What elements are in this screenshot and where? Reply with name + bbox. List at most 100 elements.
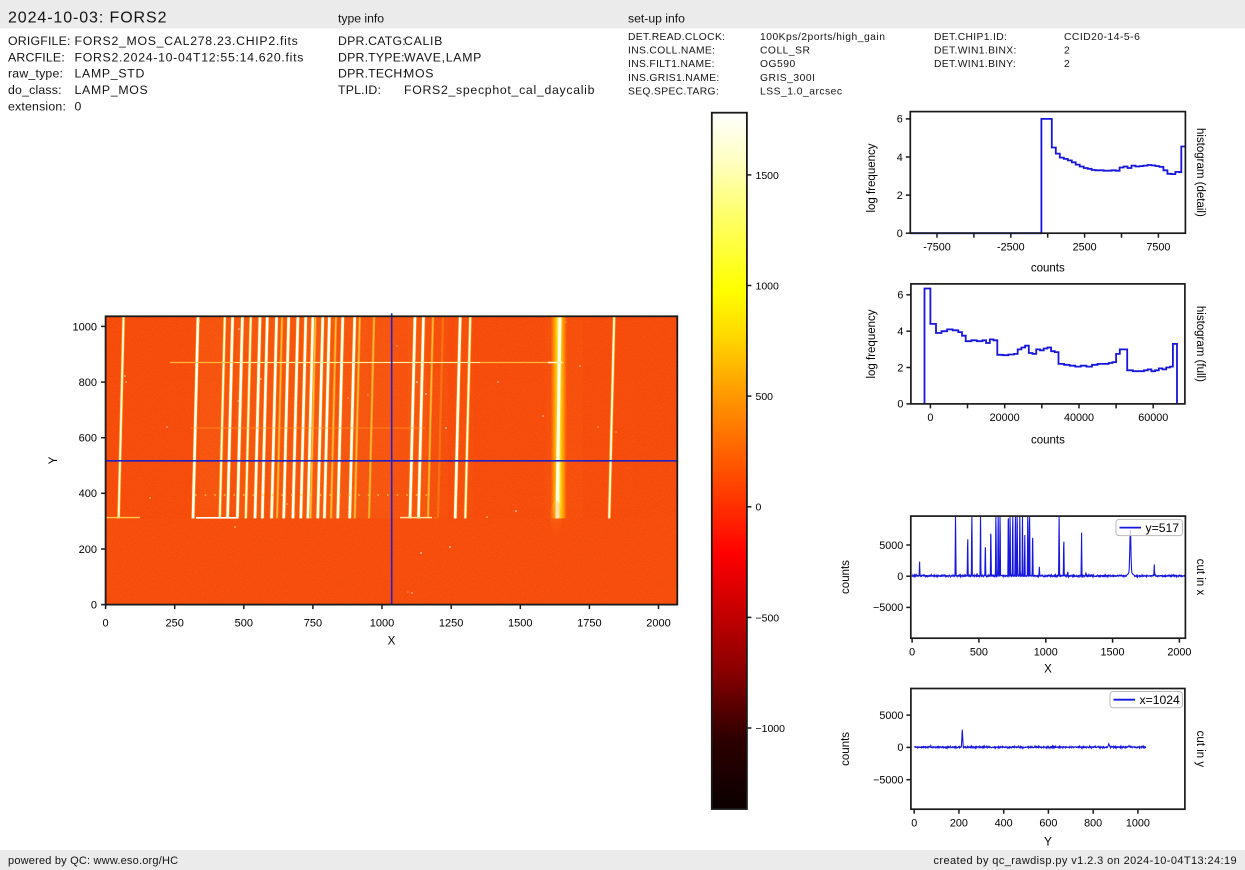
svg-text:GRIS_300I: GRIS_300I bbox=[760, 73, 815, 84]
svg-text:800: 800 bbox=[79, 377, 97, 389]
svg-text:1000: 1000 bbox=[756, 280, 780, 292]
svg-text:counts: counts bbox=[1031, 435, 1065, 447]
svg-text:2: 2 bbox=[897, 362, 903, 374]
svg-text:400: 400 bbox=[79, 488, 97, 500]
svg-text:-7500: -7500 bbox=[923, 242, 951, 254]
svg-text:DET.READ.CLOCK:: DET.READ.CLOCK: bbox=[628, 32, 725, 43]
svg-text:extension:: extension: bbox=[8, 100, 66, 114]
svg-text:200: 200 bbox=[79, 544, 97, 556]
svg-text:−5000: −5000 bbox=[873, 602, 903, 614]
svg-text:X: X bbox=[1044, 664, 1052, 676]
svg-text:counts: counts bbox=[840, 732, 852, 766]
svg-text:TPL.ID:: TPL.ID: bbox=[338, 83, 381, 97]
svg-text:CALIB: CALIB bbox=[404, 34, 443, 48]
svg-text:1000: 1000 bbox=[73, 321, 97, 333]
svg-text:FORS2_MOS_CAL278.23.CHIP2.fits: FORS2_MOS_CAL278.23.CHIP2.fits bbox=[75, 34, 299, 48]
svg-text:histogram (full): histogram (full) bbox=[1194, 306, 1206, 382]
svg-text:0: 0 bbox=[756, 502, 762, 514]
svg-text:1000: 1000 bbox=[1126, 818, 1150, 830]
svg-text:0: 0 bbox=[897, 399, 903, 411]
svg-text:set-up info: set-up info bbox=[628, 12, 685, 26]
svg-text:0: 0 bbox=[75, 100, 83, 114]
svg-text:0: 0 bbox=[103, 618, 109, 630]
svg-text:cut in x: cut in x bbox=[1194, 559, 1206, 596]
svg-text:0: 0 bbox=[897, 571, 903, 583]
svg-text:X: X bbox=[388, 636, 396, 648]
svg-text:750: 750 bbox=[304, 618, 322, 630]
svg-text:DPR.CATG:: DPR.CATG: bbox=[338, 34, 406, 48]
svg-text:20000: 20000 bbox=[990, 412, 1020, 424]
svg-text:200: 200 bbox=[950, 818, 968, 830]
svg-text:0: 0 bbox=[897, 742, 903, 754]
svg-text:ARCFILE:: ARCFILE: bbox=[8, 50, 65, 64]
svg-text:1250: 1250 bbox=[439, 618, 463, 630]
svg-text:2: 2 bbox=[897, 190, 903, 202]
svg-text:DPR.TYPE:: DPR.TYPE: bbox=[338, 50, 405, 64]
svg-text:SEQ.SPEC.TARG:: SEQ.SPEC.TARG: bbox=[628, 86, 719, 97]
svg-text:-2500: -2500 bbox=[997, 242, 1025, 254]
svg-text:Y: Y bbox=[48, 456, 60, 464]
svg-text:counts: counts bbox=[1031, 263, 1065, 275]
svg-text:WAVE,LAMP: WAVE,LAMP bbox=[404, 50, 482, 64]
svg-text:2000: 2000 bbox=[1167, 647, 1191, 659]
svg-text:COLL_SR: COLL_SR bbox=[760, 46, 810, 57]
svg-text:CCID20-14-5-6: CCID20-14-5-6 bbox=[1064, 32, 1140, 43]
svg-text:LAMP_MOS: LAMP_MOS bbox=[75, 83, 149, 97]
svg-text:100Kps/2ports/high_gain: 100Kps/2ports/high_gain bbox=[760, 32, 885, 43]
svg-text:500: 500 bbox=[235, 618, 253, 630]
svg-text:raw_type:: raw_type: bbox=[8, 67, 63, 81]
svg-text:DET.CHIP1.ID:: DET.CHIP1.ID: bbox=[934, 32, 1007, 43]
svg-text:0: 0 bbox=[911, 818, 917, 830]
svg-text:7500: 7500 bbox=[1146, 242, 1170, 254]
svg-text:−500: −500 bbox=[756, 612, 780, 624]
svg-text:4: 4 bbox=[897, 152, 903, 164]
svg-text:6: 6 bbox=[897, 114, 903, 126]
svg-text:x=1024: x=1024 bbox=[1140, 693, 1181, 707]
svg-text:500: 500 bbox=[756, 391, 774, 403]
svg-text:created by qc_rawdisp.py v1.2.: created by qc_rawdisp.py v1.2.3 on 2024-… bbox=[933, 855, 1237, 867]
svg-text:5000: 5000 bbox=[879, 540, 903, 552]
svg-text:2: 2 bbox=[1064, 46, 1070, 57]
svg-text:log frequency: log frequency bbox=[866, 309, 878, 378]
svg-text:800: 800 bbox=[1084, 818, 1102, 830]
svg-text:INS.FILT1.NAME:: INS.FILT1.NAME: bbox=[628, 59, 715, 70]
svg-text:LSS_1.0_arcsec: LSS_1.0_arcsec bbox=[760, 86, 843, 97]
svg-text:600: 600 bbox=[1039, 818, 1057, 830]
svg-text:0: 0 bbox=[91, 600, 97, 612]
svg-text:−5000: −5000 bbox=[873, 775, 903, 787]
svg-text:INS.COLL.NAME:: INS.COLL.NAME: bbox=[628, 46, 715, 57]
svg-text:0: 0 bbox=[909, 647, 915, 659]
svg-text:40000: 40000 bbox=[1064, 412, 1094, 424]
svg-text:DET.WIN1.BINY:: DET.WIN1.BINY: bbox=[934, 59, 1016, 70]
svg-text:MOS: MOS bbox=[404, 67, 434, 81]
svg-text:type info: type info bbox=[338, 12, 384, 26]
svg-text:400: 400 bbox=[995, 818, 1013, 830]
svg-text:1500: 1500 bbox=[756, 170, 780, 182]
svg-text:600: 600 bbox=[79, 433, 97, 445]
svg-text:−1000: −1000 bbox=[756, 723, 786, 735]
svg-text:250: 250 bbox=[166, 618, 184, 630]
svg-text:LAMP_STD: LAMP_STD bbox=[75, 67, 146, 81]
svg-text:log frequency: log frequency bbox=[866, 143, 878, 212]
svg-text:1500: 1500 bbox=[508, 618, 532, 630]
svg-text:do_class:: do_class: bbox=[8, 83, 62, 97]
svg-text:0: 0 bbox=[927, 412, 933, 424]
svg-text:2024-10-03: FORS2: 2024-10-03: FORS2 bbox=[8, 9, 167, 26]
svg-text:Y: Y bbox=[1044, 837, 1052, 849]
svg-text:DET.WIN1.BINX:: DET.WIN1.BINX: bbox=[934, 46, 1017, 57]
svg-text:1000: 1000 bbox=[370, 618, 394, 630]
svg-text:DPR.TECH:: DPR.TECH: bbox=[338, 67, 406, 81]
svg-text:0: 0 bbox=[897, 228, 903, 240]
svg-text:FORS2.2024-10-04T12:55:14.620.: FORS2.2024-10-04T12:55:14.620.fits bbox=[75, 50, 305, 64]
svg-text:histogram (detail): histogram (detail) bbox=[1194, 128, 1206, 217]
svg-text:500: 500 bbox=[970, 647, 988, 659]
svg-text:2000: 2000 bbox=[646, 618, 670, 630]
svg-text:4: 4 bbox=[897, 326, 903, 338]
svg-text:6: 6 bbox=[897, 290, 903, 302]
svg-text:powered by QC: www.eso.org/HC: powered by QC: www.eso.org/HC bbox=[8, 855, 178, 867]
svg-text:1500: 1500 bbox=[1101, 647, 1125, 659]
svg-text:cut in y: cut in y bbox=[1194, 731, 1206, 768]
svg-text:y=517: y=517 bbox=[1146, 521, 1180, 535]
svg-text:60000: 60000 bbox=[1138, 412, 1168, 424]
svg-text:FORS2_specphot_cal_daycalib: FORS2_specphot_cal_daycalib bbox=[404, 83, 595, 97]
